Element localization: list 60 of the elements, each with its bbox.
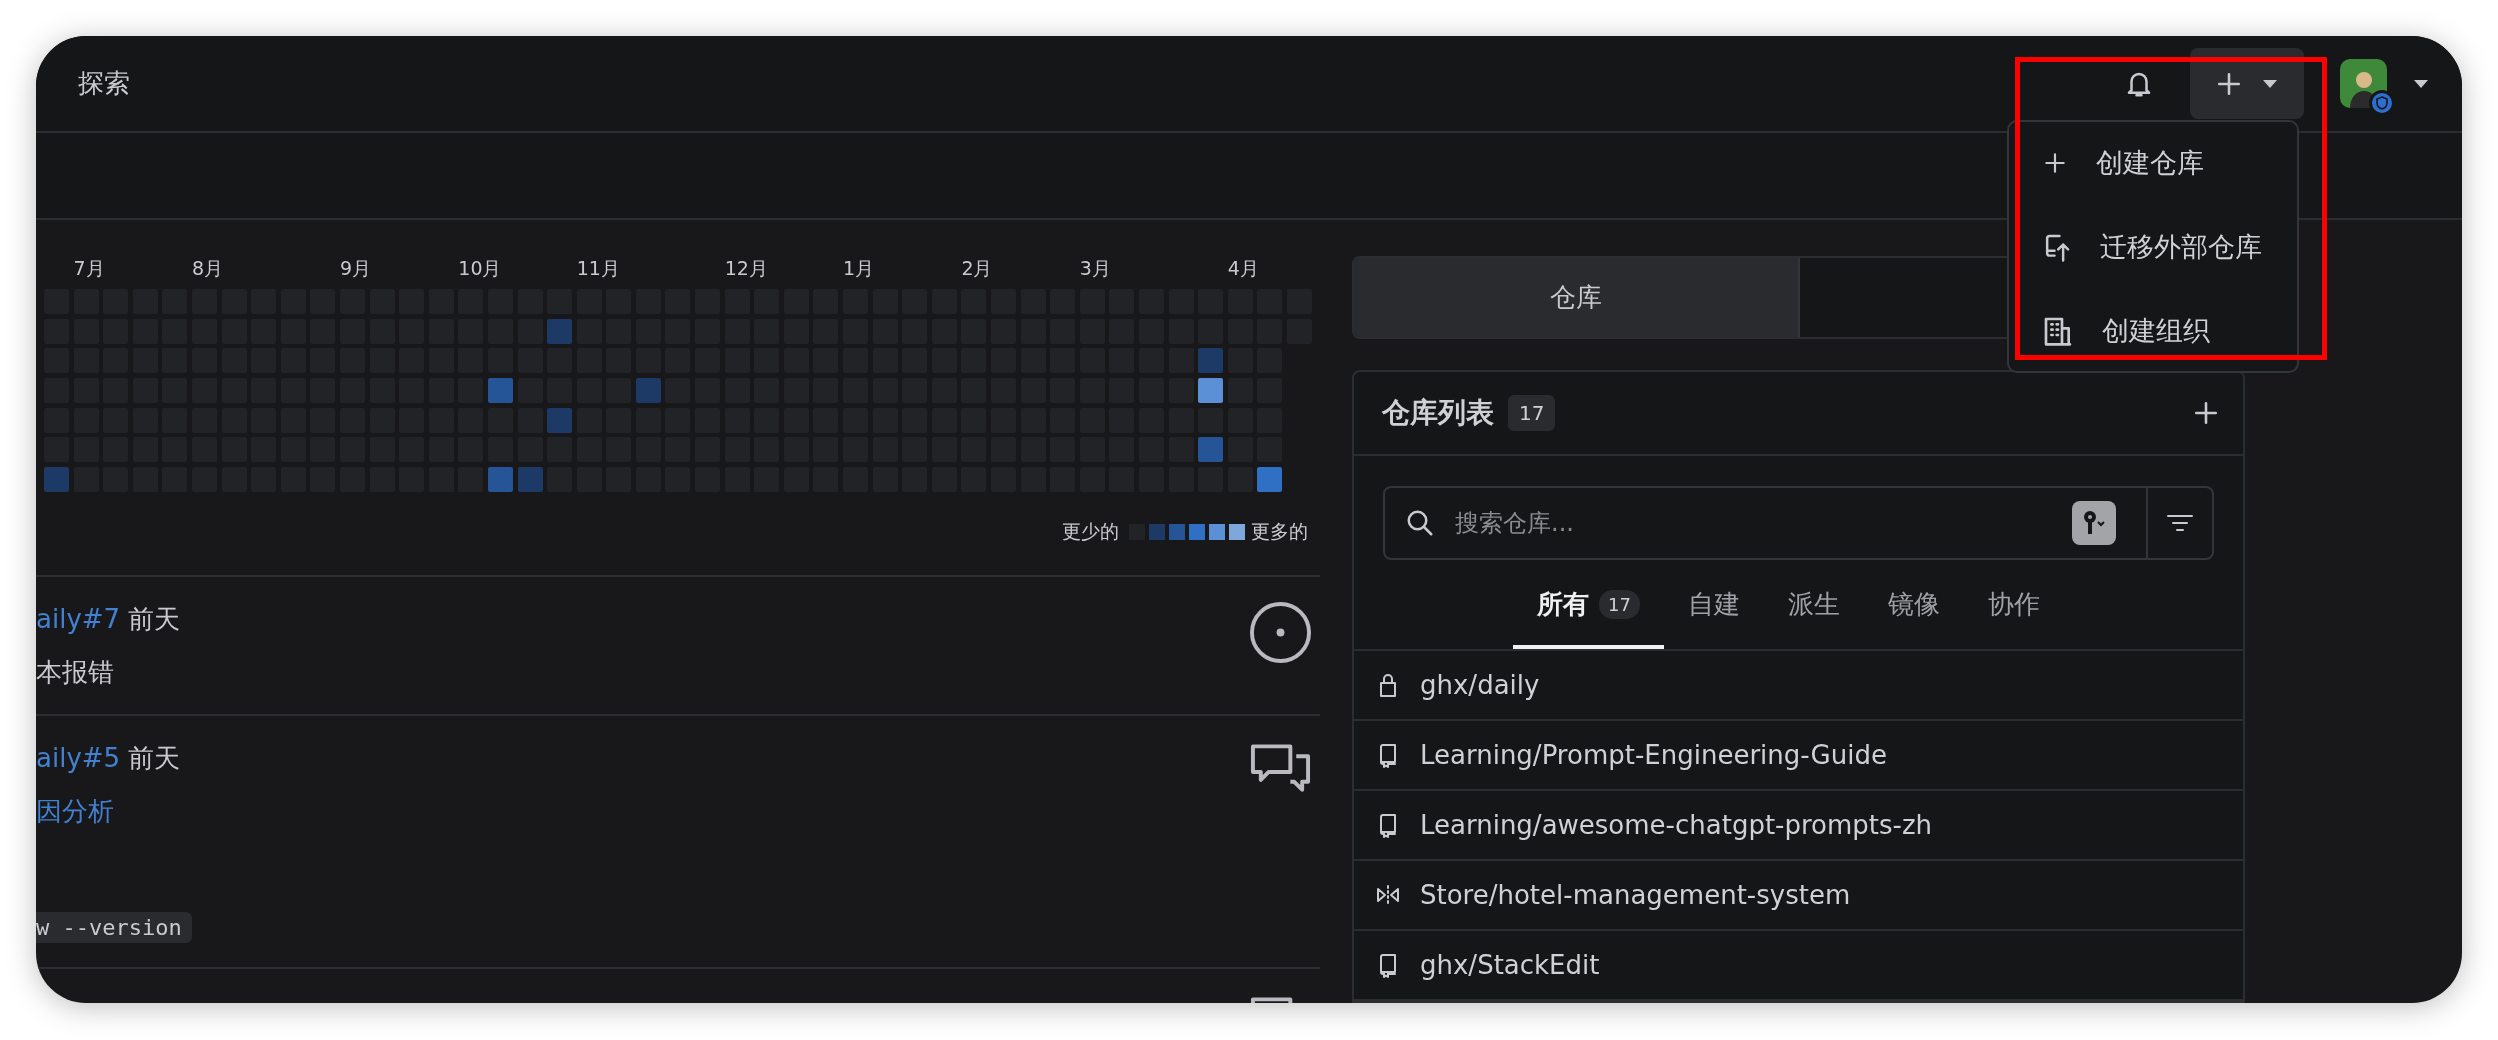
feed-text: 本报错 — [36, 656, 115, 690]
plus-icon — [2042, 150, 2068, 176]
month-label: 8月 — [191, 257, 224, 279]
legend-swatch — [1229, 524, 1245, 541]
repo-name[interactable]: Learning/Prompt-Engineering-Guide — [1420, 740, 1887, 770]
menu-item[interactable]: 创建组织 — [2027, 307, 2289, 355]
month-label: 9月 — [339, 257, 372, 279]
issue-link[interactable]: aily#7 — [36, 601, 121, 638]
repo-row[interactable]: Learning/Prompt-Engineering-Guide — [1354, 721, 2243, 791]
menu-item[interactable]: 迁移外部仓库 — [2027, 223, 2289, 271]
legend-swatch — [1189, 524, 1205, 541]
caret-icon[interactable] — [2412, 78, 2430, 89]
search-field[interactable]: 搜索仓库... — [1383, 486, 2214, 560]
feed-link[interactable]: 因分析 — [36, 793, 192, 830]
repo-name[interactable]: Store/hotel-management-system — [1420, 880, 1851, 910]
legend-label: 更多的 — [1251, 519, 1308, 545]
panel-title: 仓库列表 — [1382, 395, 1494, 431]
timestamp: 前天 — [128, 603, 181, 637]
month-label: 3月 — [1079, 257, 1111, 279]
search-input[interactable]: 搜索仓库... — [1453, 508, 2072, 538]
repo-row[interactable]: Learning/awesome-chatgpt-prompts-zh — [1354, 791, 2243, 861]
filter-tab[interactable]: 派生 — [1763, 560, 1864, 649]
month-label: 11月 — [576, 257, 620, 279]
month-label: 10月 — [458, 257, 502, 279]
plus-icon[interactable] — [2193, 400, 2219, 426]
code-snippet: w --version — [36, 912, 192, 944]
create-new-button[interactable] — [2190, 48, 2304, 119]
month-label: 1月 — [843, 257, 875, 279]
repo-name[interactable]: ghx/daily — [1420, 670, 1540, 700]
month-label: 2月 — [961, 257, 993, 279]
month-label: 7月 — [73, 257, 105, 279]
count-badge: 17 — [1508, 395, 1556, 431]
timestamp: 前天 — [128, 742, 181, 776]
page-title: 探索 — [78, 67, 130, 100]
avatar[interactable] — [2340, 59, 2395, 116]
count-badge: 17 — [1599, 590, 1640, 619]
search-icon — [1405, 508, 1435, 538]
month-label: 12月 — [724, 257, 768, 279]
caret-icon — [2262, 78, 2278, 89]
legend-swatch — [1149, 524, 1165, 541]
month-label: 4月 — [1227, 257, 1259, 279]
tab[interactable]: 仓库 — [1354, 258, 1798, 337]
repo-name[interactable]: ghx/StackEdit — [1420, 950, 1600, 980]
repo-row[interactable]: ghx/daily — [1354, 651, 2243, 721]
repo-row[interactable]: Store/hotel-management-system — [1354, 861, 2243, 931]
legend-label: 更少的 — [1062, 519, 1119, 545]
filter-tab[interactable]: 协作 — [1963, 560, 2064, 649]
plus-icon — [2216, 70, 2242, 97]
repo-row[interactable]: ghx/StackEdit — [1354, 931, 2243, 1001]
legend-swatch — [1169, 524, 1185, 541]
filter-tab[interactable]: 自建 — [1663, 560, 1764, 649]
filter-tab[interactable]: 所有 17 — [1513, 560, 1664, 649]
menu-item[interactable]: 创建仓库 — [2027, 139, 2289, 187]
legend-swatch — [1209, 524, 1225, 541]
repo-name[interactable]: Learning/awesome-chatgpt-prompts-zh — [1420, 810, 1933, 840]
issue-icon — [1249, 601, 1312, 665]
filter-tab[interactable]: 镜像 — [1863, 560, 1964, 649]
building-icon — [2042, 315, 2074, 347]
issue-link[interactable]: aily#5 — [36, 740, 121, 777]
key-button[interactable] — [2072, 501, 2116, 545]
